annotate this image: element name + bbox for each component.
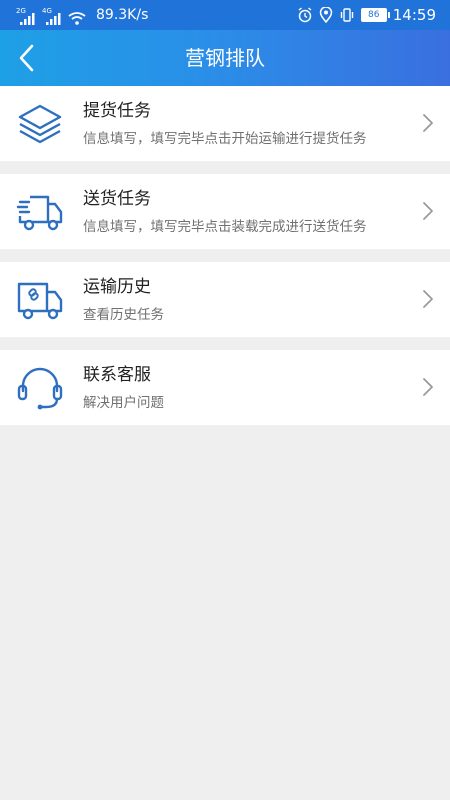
status-left-group: 2G 4G 89.3K/s [16, 5, 148, 25]
menu-item-title: 运输历史 [83, 277, 151, 297]
layers-icon [18, 104, 62, 144]
menu-item-title: 提货任务 [83, 101, 151, 121]
chevron-right-icon [423, 114, 433, 132]
chevron-right-icon [423, 378, 433, 396]
menu-item-pickup-task[interactable]: 提货任务 信息填写，填写完毕点击开始运输进行提货任务 [0, 86, 450, 161]
menu-list: 提货任务 信息填写，填写完毕点击开始运输进行提货任务 送货任务 信息填写，填写完… [0, 86, 450, 438]
sim1-signal: 2G [16, 7, 36, 25]
chevron-right-icon [423, 202, 433, 220]
battery-indicator: 86 [360, 8, 390, 22]
location-icon [319, 7, 333, 23]
menu-item-description: 信息填写，填写完毕点击装载完成进行送货任务 [83, 219, 367, 235]
status-clock: 14:59 [392, 6, 436, 24]
menu-item-description: 查看历史任务 [83, 307, 164, 323]
menu-item-title: 送货任务 [83, 189, 151, 209]
truck-history-icon [17, 282, 63, 320]
wifi-icon [68, 12, 86, 25]
menu-item-customer-service[interactable]: 联系客服 解决用户问题 [0, 350, 450, 425]
status-right-group: 86 14:59 [297, 5, 436, 25]
menu-item-transport-history[interactable]: 运输历史 查看历史任务 [0, 262, 450, 337]
vibrate-icon [340, 8, 353, 22]
menu-item-title: 联系客服 [83, 365, 151, 385]
headset-icon [17, 367, 63, 410]
chevron-right-icon [423, 290, 433, 308]
signal-bars-icon [46, 13, 61, 25]
status-bar: 2G 4G 89.3K/s 86 14:59 [0, 0, 450, 30]
menu-item-description: 解决用户问题 [83, 395, 164, 411]
page-title: 营钢排队 [185, 46, 265, 70]
alarm-icon [298, 7, 312, 23]
delivery-truck-icon [16, 195, 63, 231]
menu-item-delivery-task[interactable]: 送货任务 信息填写，填写完毕点击装载完成进行送货任务 [0, 174, 450, 249]
sim2-signal: 4G [42, 7, 62, 25]
title-bar: 营钢排队 [0, 30, 450, 86]
signal-bars-icon [20, 13, 35, 25]
menu-item-description: 信息填写，填写完毕点击开始运输进行提货任务 [83, 131, 367, 147]
network-speed: 89.3K/s [96, 7, 149, 23]
